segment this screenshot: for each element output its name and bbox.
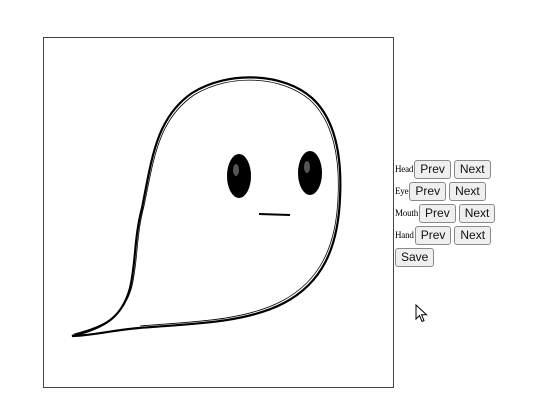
hand-next-button[interactable]: Next — [454, 225, 492, 245]
ghost-drawing — [71, 76, 342, 338]
mouse-pointer-icon — [415, 304, 428, 323]
eye-prev-button[interactable]: Prev — [409, 181, 447, 201]
ghost-mouth — [258, 213, 291, 216]
head-control-row: Head Prev Next — [395, 158, 498, 180]
head-next-button[interactable]: Next — [453, 159, 491, 179]
head-prev-button[interactable]: Prev — [414, 159, 451, 179]
hand-control-row: Hand Prev Next — [395, 224, 498, 246]
mouth-control-row: Mouth Prev Next — [395, 202, 498, 224]
ghost-left-eye — [227, 154, 251, 198]
ghost-head-outline — [71, 76, 342, 338]
eye-control-row: Eye Prev Next — [395, 180, 498, 202]
head-label: Head — [395, 164, 414, 174]
mouth-next-button[interactable]: Next — [458, 203, 496, 223]
hand-label: Hand — [395, 230, 414, 240]
save-row: Save — [395, 246, 498, 268]
ghost-right-eye — [298, 151, 322, 195]
hand-prev-button[interactable]: Prev — [414, 225, 452, 245]
customization-controls: Head Prev Next Eye Prev Next Mouth Prev … — [395, 158, 498, 268]
mouth-label: Mouth — [395, 208, 419, 218]
eye-next-button[interactable]: Next — [449, 181, 486, 201]
eye-label: Eye — [395, 186, 409, 196]
save-button[interactable]: Save — [395, 247, 435, 267]
drawing-canvas — [43, 37, 394, 388]
mouth-prev-button[interactable]: Prev — [419, 203, 456, 223]
